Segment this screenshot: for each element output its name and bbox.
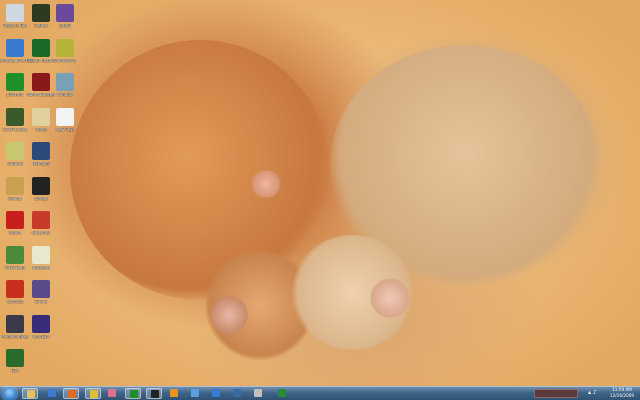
shortcut-label: GTA: [11, 369, 19, 373]
shortcut-label: prb02: [59, 24, 71, 28]
clone-drive-icon: [56, 38, 74, 57]
monitor-icon: [254, 389, 262, 397]
taskbar-flower-app-button[interactable]: [104, 388, 120, 399]
desktop-shortcut[interactable]: WinRAR: [1, 141, 29, 173]
messenger-icon: [6, 38, 24, 57]
desktop-shortcut[interactable]: CPU-Z: [27, 279, 55, 311]
taskbar-chrome-button[interactable]: [85, 388, 101, 399]
winrar-icon: [6, 142, 24, 160]
desktop-shortcut[interactable]: Connect: [1, 279, 29, 311]
desktop-shortcut[interactable]: Recycle Bin: [1, 3, 29, 35]
hamachi-icon: [32, 142, 50, 160]
codec-icon: [6, 107, 24, 126]
unreal-icon: [32, 176, 50, 195]
right-ear: [370, 278, 410, 318]
explorer-icon: [27, 390, 35, 398]
shortcut-label: CloneDrive: [53, 58, 76, 63]
shortcut-label: CCleaner: [31, 231, 51, 235]
flower-app-icon: [108, 389, 116, 397]
desktop-shortcut[interactable]: WHS Help: [1, 245, 29, 277]
opera-icon: [6, 211, 24, 229]
desktop-shortcut[interactable]: prb02: [51, 3, 79, 35]
game-icon: [32, 4, 50, 22]
desktop-shortcut[interactable]: Notepad: [27, 245, 55, 277]
shortcut-label: CPU-Z: [34, 300, 48, 304]
volume-icon[interactable]: ♪: [593, 389, 597, 396]
ccleaner-icon: [32, 211, 50, 229]
taskbar-usb-drive-button[interactable]: [274, 388, 290, 399]
network-app-icon: [191, 389, 199, 397]
desktop-shortcut[interactable]: lang18n: [27, 314, 55, 346]
media-player-icon: [48, 389, 56, 397]
connect-icon: [6, 280, 24, 298]
desktop-shortcut[interactable]: MediaMonkey: [1, 314, 29, 346]
app-icon: [56, 4, 74, 22]
desktop-shortcut[interactable]: Opera: [1, 210, 29, 242]
desktop-shortcut[interactable]: New Text: [51, 107, 79, 139]
desktop-shortcut[interactable]: µTorrent: [1, 72, 29, 104]
desktop-shortcut[interactable]: CCCP Codec: [1, 107, 29, 139]
fallout-icon: [6, 176, 24, 195]
taskbar-utorrent-button[interactable]: [125, 388, 141, 399]
show-hidden-icons-icon[interactable]: ▴: [588, 389, 591, 396]
taskbar: ▴ ♪ 11:59 AM 12/26/2009: [0, 386, 640, 400]
firefox-icon: [68, 390, 76, 398]
clock-date: 12/26/2009: [609, 392, 635, 398]
window-icon: [56, 73, 74, 91]
shortcut-label: Unreal: [34, 196, 48, 201]
shortcut-label: Hamachi: [32, 162, 50, 166]
desktop-shortcut[interactable]: GTA: [1, 348, 29, 380]
desktop-shortcut[interactable]: Windows Live Messenger: [0, 38, 33, 70]
utorrent-icon: [130, 390, 138, 398]
utorrent-icon: [6, 73, 24, 91]
document-icon: [56, 107, 74, 126]
language-bar[interactable]: [534, 389, 578, 398]
system-tray[interactable]: ▴ ♪: [588, 389, 604, 398]
desktop-shortcut[interactable]: Hamachi: [27, 141, 55, 173]
taskbar-media-player-button[interactable]: [44, 388, 60, 399]
flag-icon: [32, 314, 50, 333]
desktop-shortcut[interactable]: CCleaner: [27, 210, 55, 242]
shortcut-label: New Text: [55, 127, 75, 132]
taskbar-firefox-button[interactable]: [63, 388, 79, 399]
help-icon: [6, 245, 24, 264]
booster-icon: [32, 73, 50, 91]
yahoo-icon: [32, 107, 50, 126]
recycle-bin-icon: [6, 4, 24, 22]
terminal-icon: [151, 390, 159, 398]
taskbar-explorer-button[interactable]: [22, 388, 38, 399]
shortcut-label: Window: [57, 93, 73, 97]
desktop-shortcut[interactable]: CloneDrive: [51, 38, 79, 70]
chrome-icon: [90, 390, 98, 398]
desktop-shortcut[interactable]: Fallout: [1, 176, 29, 208]
taskbar-terminal-button[interactable]: [146, 388, 162, 399]
taskbar-monitor-button[interactable]: [250, 388, 266, 399]
taskbar-vlc-button[interactable]: [166, 388, 182, 399]
desktop[interactable]: Recycle Bin Windows Live MessengerµTorren…: [0, 0, 640, 386]
cpu-icon: [32, 280, 50, 298]
shortcut-label: lang18n: [32, 334, 50, 339]
desktop-shortcut[interactable]: Window: [51, 72, 79, 104]
notepad-icon: [32, 245, 50, 264]
vlc-icon: [170, 389, 178, 397]
task-app-icon: [233, 389, 241, 397]
taskbar-task-app-button[interactable]: [229, 388, 245, 399]
start-button[interactable]: [2, 387, 17, 400]
folder-blue-icon: [212, 389, 220, 397]
gta-icon: [6, 349, 24, 367]
paw-pads: [250, 170, 282, 198]
shortcut-label: Notepad: [32, 265, 50, 270]
clock[interactable]: 11:59 AM 12/26/2009: [606, 387, 638, 400]
usb-drive-icon: [278, 389, 286, 397]
mediamonkey-icon: [6, 314, 24, 333]
taskbar-folder-blue-button[interactable]: [208, 388, 224, 399]
trillian-icon: [32, 38, 50, 57]
left-ear: [210, 295, 248, 335]
taskbar-network-app-button[interactable]: [187, 388, 203, 399]
desktop-shortcut[interactable]: Unreal: [27, 176, 55, 208]
